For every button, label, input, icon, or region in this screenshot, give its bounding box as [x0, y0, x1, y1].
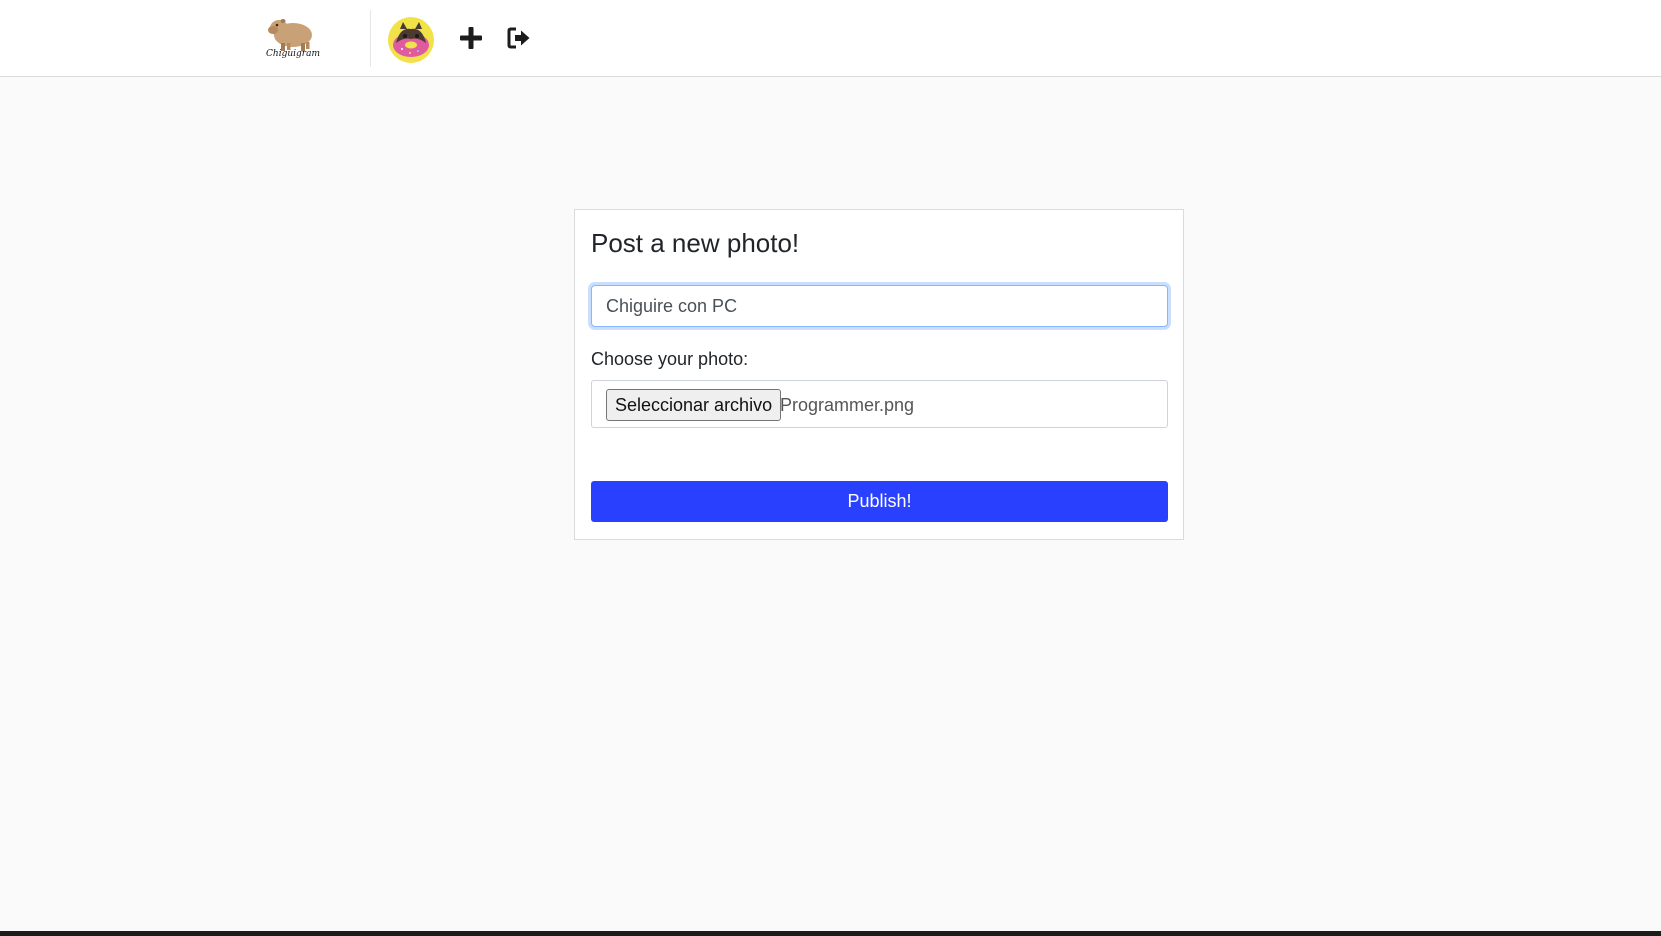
top-navbar: Chiguigram	[0, 0, 1661, 77]
file-input[interactable]: Seleccionar archivo Programmer.png	[591, 380, 1168, 428]
donut-avatar-icon	[388, 17, 434, 63]
page-title: Post a new photo!	[591, 228, 800, 258]
bottom-edge-bar	[0, 931, 1661, 936]
select-file-button[interactable]: Seleccionar archivo	[606, 389, 782, 421]
logout-icon[interactable]	[506, 25, 532, 51]
user-avatar[interactable]	[388, 17, 434, 63]
selected-file-name: Programmer.png	[780, 395, 915, 415]
plus-icon[interactable]	[458, 25, 484, 51]
caption-input[interactable]	[591, 285, 1168, 327]
logo-text: Chiguigram	[266, 49, 320, 59]
choose-photo-label: Choose your photo:	[591, 349, 749, 369]
nav-divider	[370, 10, 371, 67]
new-post-card: Post a new photo! Choose your photo: Sel…	[574, 209, 1184, 540]
publish-button[interactable]: Publish!	[591, 481, 1168, 522]
